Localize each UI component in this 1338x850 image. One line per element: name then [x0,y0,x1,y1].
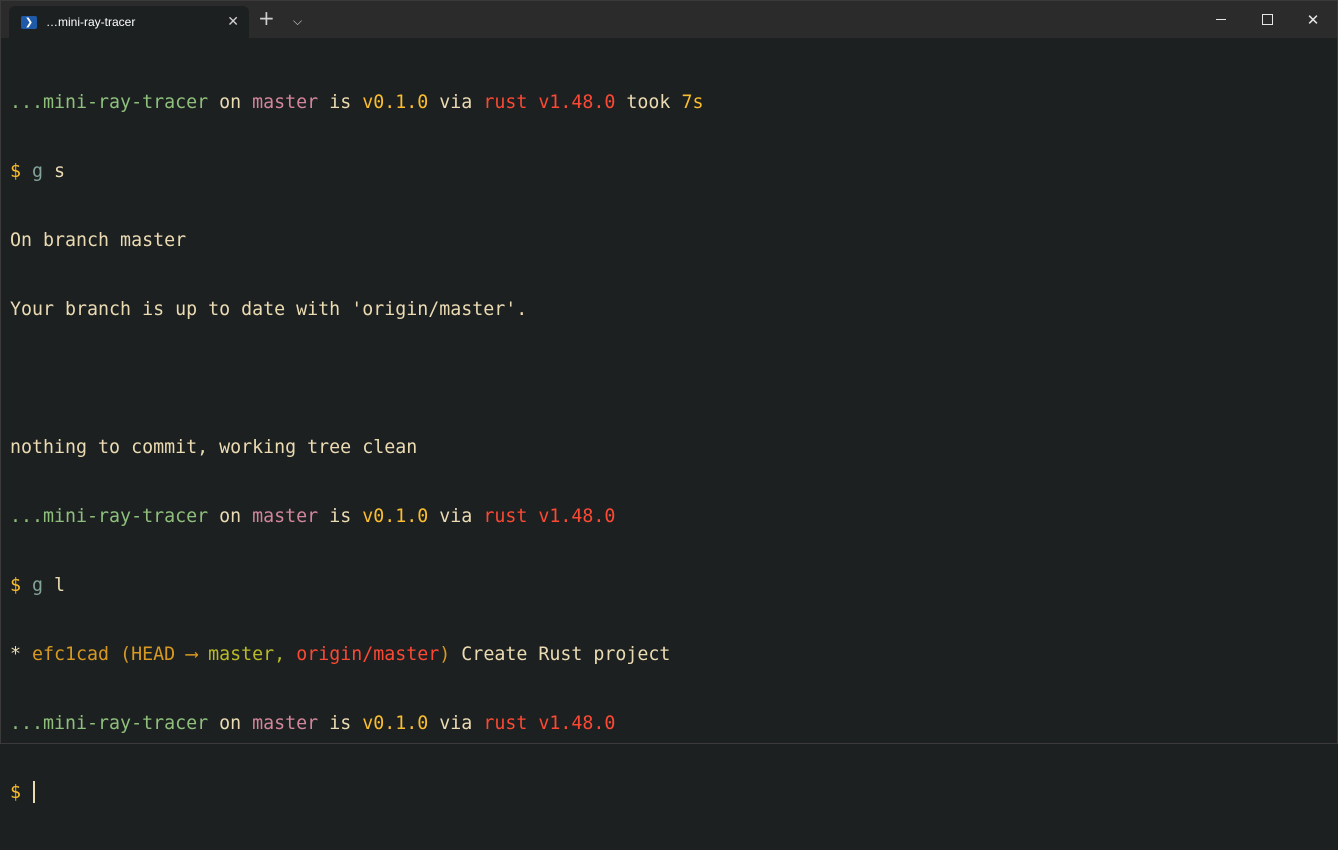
head-ref: (HEAD ⟶ [109,644,209,665]
prompt-line: ...mini-ray-tracer on master is v0.1.0 v… [10,505,1337,528]
output-line: On branch master [10,230,187,251]
prompt-rust: rust v1.48.0 [483,506,616,527]
close-button[interactable]: ✕ [1290,1,1336,38]
chevron-down-icon[interactable]: ⌵ [293,12,302,30]
commit-hash: efc1cad [32,644,110,665]
prompt-line: ...mini-ray-tracer on master is v0.1.0 v… [10,712,1337,735]
prompt-version: v0.1.0 [362,92,429,113]
tab-mini-ray-tracer[interactable]: ❯ …mini-ray-tracer ✕ [9,6,249,38]
ref-close: ) [439,644,451,665]
command-name: g [32,161,44,182]
powershell-icon: ❯ [21,15,37,29]
minimize-icon [1216,19,1226,20]
ref-separator [285,644,296,665]
prompt-duration: 7s [681,92,704,113]
prompt-on: on [208,713,253,734]
title-bar[interactable]: ❯ …mini-ray-tracer ✕ + ⌵ ✕ [1,1,1337,38]
output-line: Your branch is up to date with 'origin/m… [10,299,528,320]
close-icon: ✕ [1306,10,1320,29]
maximize-icon [1261,14,1273,25]
prompt-took: took [615,92,682,113]
prompt-is: is [318,713,363,734]
command-line: $ g l [10,574,1337,597]
command-line: $ g s [10,160,1337,183]
prompt-on: on [208,506,253,527]
command-arg: l [43,575,66,596]
tab-close-icon[interactable]: ✕ [227,14,239,30]
prompt-via: via [428,506,484,527]
prompt-rust: rust v1.48.0 [483,92,616,113]
terminal-output[interactable]: ...mini-ray-tracer on master is v0.1.0 v… [10,45,1337,803]
text-cursor [33,781,36,803]
local-branch-ref: master, [208,644,286,665]
prompt-via: via [428,92,484,113]
prompt-version: v0.1.0 [362,506,429,527]
command-line[interactable]: $ [10,781,1337,804]
prompt-symbol: $ [10,161,33,182]
terminal-window: ❯ …mini-ray-tracer ✕ + ⌵ ✕ ...mini-ray-t… [0,0,1338,803]
maximize-button[interactable] [1244,1,1290,38]
prompt-dir: ...mini-ray-tracer [10,92,209,113]
command-name: g [32,575,44,596]
commit-message: Create Rust project [450,644,671,665]
remote-branch-ref: origin/master [296,644,440,665]
prompt-dir: ...mini-ray-tracer [10,713,209,734]
prompt-on: on [208,92,253,113]
log-graph: * [10,644,33,665]
prompt-is: is [318,506,363,527]
minimize-button[interactable] [1198,1,1244,38]
prompt-symbol: $ [10,575,33,596]
prompt-branch: master [252,506,319,527]
prompt-version: v0.1.0 [362,713,429,734]
prompt-branch: master [252,92,319,113]
prompt-rust: rust v1.48.0 [483,713,616,734]
prompt-via: via [428,713,484,734]
output-line: nothing to commit, working tree clean [10,437,418,458]
command-arg: s [43,161,66,182]
prompt-dir: ...mini-ray-tracer [10,506,209,527]
prompt-line: ...mini-ray-tracer on master is v0.1.0 v… [10,91,1337,114]
new-tab-button[interactable]: + [258,8,275,28]
prompt-symbol: $ [10,782,33,803]
prompt-branch: master [252,713,319,734]
git-log-line: * efc1cad (HEAD ⟶ master, origin/master)… [10,643,1337,666]
tab-title: …mini-ray-tracer [46,15,136,29]
prompt-is: is [318,92,363,113]
